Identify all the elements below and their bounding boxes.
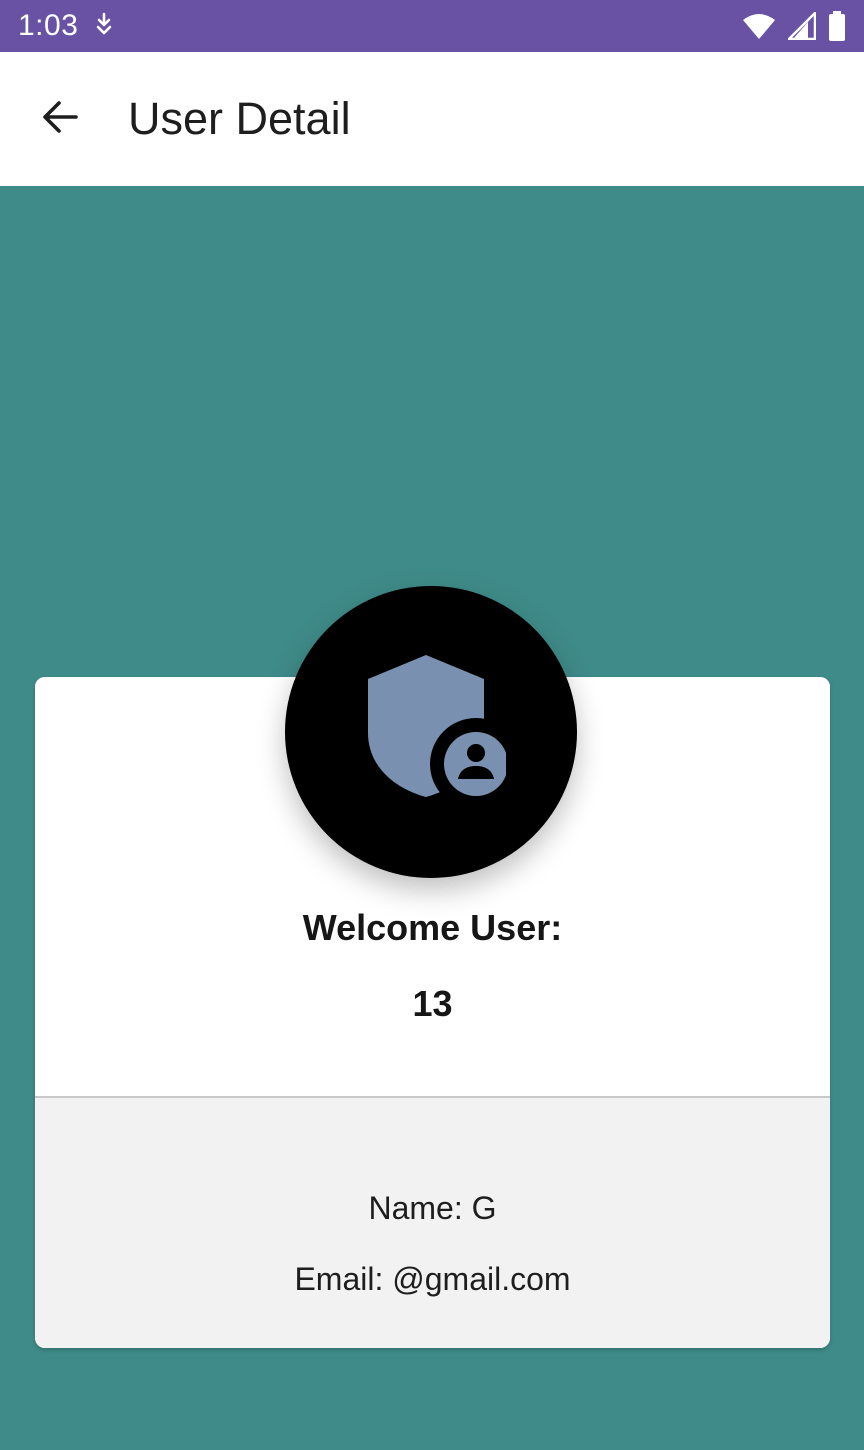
status-time: 1:03	[18, 9, 79, 42]
status-left: 1:03	[18, 9, 114, 43]
wifi-icon	[742, 12, 776, 40]
card-details-section: Name: G Email: @gmail.com	[35, 1098, 830, 1348]
back-button[interactable]	[30, 89, 90, 149]
download-notification-icon	[94, 11, 114, 42]
status-right	[742, 11, 846, 41]
admin-shield-user-icon	[356, 654, 522, 810]
user-email: Email: @gmail.com	[294, 1261, 571, 1297]
status-bar: 1:03	[0, 0, 864, 52]
user-id: 13	[412, 983, 453, 1024]
cell-signal-icon	[788, 12, 816, 40]
app-bar: User Detail	[0, 52, 864, 186]
battery-icon	[828, 11, 846, 41]
page-title: User Detail	[128, 93, 351, 144]
avatar	[285, 586, 577, 878]
user-name: Name: G	[368, 1190, 497, 1226]
arrow-back-icon	[40, 97, 80, 142]
welcome-label: Welcome User:	[302, 907, 563, 948]
